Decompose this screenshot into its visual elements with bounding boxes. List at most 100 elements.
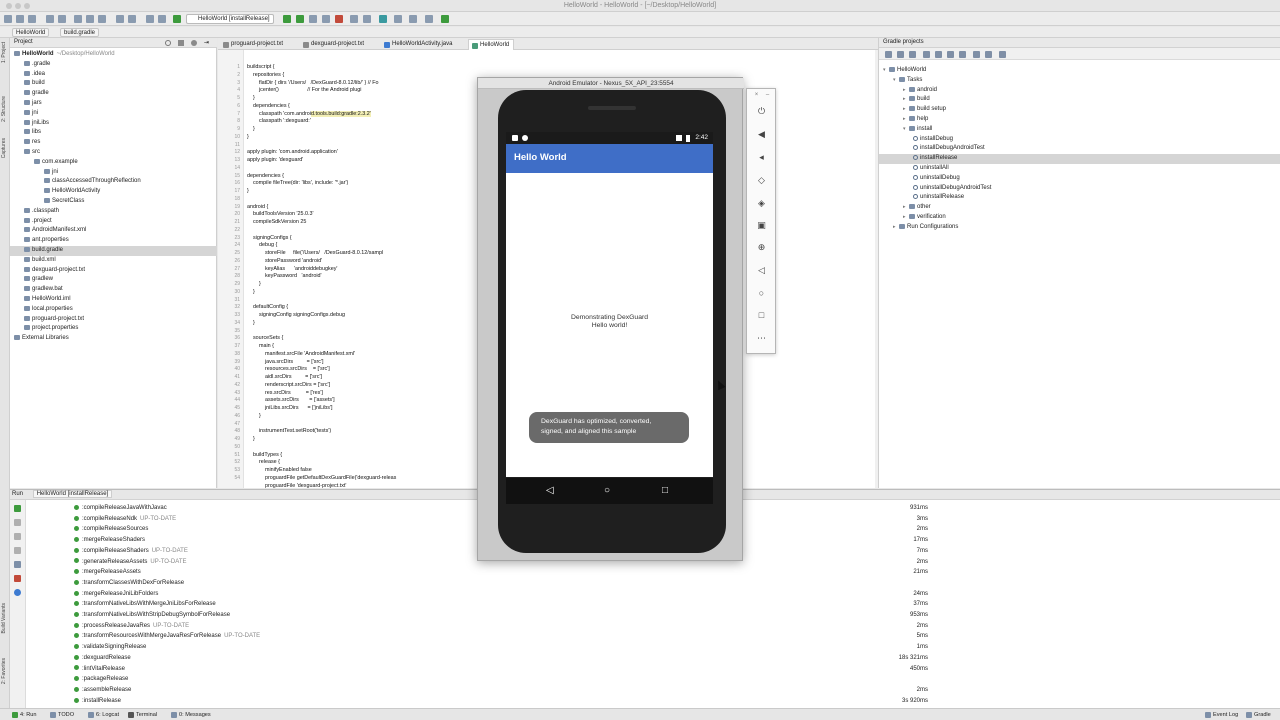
back-icon[interactable] (146, 15, 154, 23)
tab-helloworld-gradle[interactable]: HelloWorld (468, 39, 515, 50)
project-tree-item[interactable]: HelloWorld.iml (10, 295, 217, 305)
project-tree-item[interactable]: dexguard-project.txt (10, 266, 217, 276)
minimize-emulator-button[interactable]: – (762, 90, 773, 101)
tab-dexguard-project[interactable]: dexguard-project.txt (300, 39, 368, 50)
project-tree-item[interactable]: jni (10, 168, 217, 178)
gradle-group-item[interactable]: ▸ android (879, 86, 1280, 96)
expand-all-icon[interactable] (947, 51, 954, 58)
gradle-group-item[interactable]: ▸ build setup (879, 105, 1280, 115)
volume-up-icon[interactable]: ◀ (756, 129, 767, 140)
run-config-tab[interactable]: HelloWorld [installRelease] (32, 490, 113, 498)
project-tree-item[interactable]: build.xml (10, 256, 217, 266)
gear-icon[interactable] (191, 40, 197, 46)
gradle-group-item[interactable]: ▾ HelloWorld (879, 66, 1280, 76)
zoom-icon[interactable]: ⊕ (756, 242, 767, 253)
tab-build-variants[interactable]: Build Variants (1, 603, 9, 633)
gradle-task-item[interactable]: uninstallDebug (879, 174, 1280, 184)
replace-icon[interactable] (128, 15, 136, 23)
restore-layout-icon[interactable] (14, 533, 21, 540)
copy-icon[interactable] (86, 15, 94, 23)
make-project-icon[interactable] (173, 15, 181, 23)
project-tree-item[interactable]: jars (10, 99, 217, 109)
gradle-settings-icon[interactable] (985, 51, 992, 58)
breadcrumb-project[interactable]: HelloWorld (12, 28, 50, 37)
run-config-select[interactable]: HelloWorld [installRelease] (186, 14, 274, 24)
project-tree-item[interactable]: jni (10, 109, 217, 119)
gradle-group-item[interactable]: ▸ build (879, 95, 1280, 105)
project-tree-item[interactable]: gradlew (10, 275, 217, 285)
close-run-icon[interactable] (14, 575, 21, 582)
gradle-task-item[interactable]: uninstallAll (879, 164, 1280, 174)
profile-icon[interactable] (322, 15, 330, 23)
rotate-right-icon[interactable]: ◈ (756, 198, 767, 209)
gradle-task-item[interactable]: installRelease (879, 154, 1280, 164)
save-icon[interactable] (16, 15, 24, 23)
home-icon[interactable]: ○ (756, 288, 767, 299)
stop-icon[interactable] (335, 15, 343, 23)
status-logcat[interactable]: 6: Logcat (88, 711, 119, 719)
volume-down-icon[interactable]: ◂ (756, 152, 767, 163)
project-tree-item[interactable]: SecretClass (10, 197, 217, 207)
remove-icon[interactable] (909, 51, 916, 58)
gradle-task-item[interactable]: installDebug (879, 135, 1280, 145)
overview-icon[interactable]: □ (756, 310, 767, 321)
sync-target-icon[interactable] (165, 40, 171, 46)
gradle-sync-icon[interactable] (350, 15, 358, 23)
project-tree-item[interactable]: build (10, 79, 217, 89)
gradle-task-item[interactable]: uninstallDebugAndroidTest (879, 184, 1280, 194)
project-tree-item[interactable]: com.example (10, 158, 217, 168)
status-todo[interactable]: TODO (50, 711, 74, 719)
gradle-group-item[interactable]: ▾ Tasks (879, 76, 1280, 86)
gradle-task-item[interactable]: uninstallRelease (879, 193, 1280, 203)
sdk-manager-icon[interactable] (379, 15, 387, 23)
project-tree-item[interactable]: jniLibs (10, 119, 217, 129)
power-icon[interactable]: ⏻ (756, 106, 767, 117)
nav-back-button[interactable]: ◁ (546, 486, 554, 496)
status-terminal[interactable]: Terminal (128, 711, 157, 719)
project-tree-item[interactable]: proguard-project.txt (10, 315, 217, 325)
tab-favorites[interactable]: 2: Favorites (1, 658, 9, 684)
scroll-to-end-icon[interactable] (14, 547, 21, 554)
close-emulator-button[interactable]: × (751, 90, 762, 101)
add-icon[interactable] (897, 51, 904, 58)
paste-icon[interactable] (98, 15, 106, 23)
tab-captures[interactable]: Captures (1, 138, 9, 158)
help-icon[interactable] (441, 15, 449, 23)
device-monitor-icon[interactable] (409, 15, 417, 23)
project-tree-item[interactable]: gradle (10, 89, 217, 99)
tab-project[interactable]: 1: Project (1, 42, 9, 63)
project-tree-item[interactable]: local.properties (10, 305, 217, 315)
status-gradle-console[interactable]: Gradle Console (1246, 711, 1280, 720)
project-tree-item[interactable]: .classpath (10, 207, 217, 217)
gradle-group-item[interactable]: ▸ verification (879, 213, 1280, 223)
camera-icon[interactable]: ▣ (756, 220, 767, 231)
project-tree-item[interactable]: HelloWorld ~/Desktop/HelloWorld (10, 50, 217, 60)
open-icon[interactable] (4, 15, 12, 23)
back-icon[interactable]: ◁ (756, 265, 767, 276)
collapse-all-icon[interactable] (178, 40, 184, 46)
project-tree-item[interactable]: res (10, 138, 217, 148)
refresh-icon[interactable] (885, 51, 892, 58)
tab-helloworldactivity[interactable]: HelloWorldActivity.java (381, 39, 456, 50)
project-tree-item[interactable]: External Libraries (10, 334, 217, 344)
sync-icon[interactable] (28, 15, 36, 23)
cut-icon[interactable] (74, 15, 82, 23)
tab-structure[interactable]: 2: Structure (1, 96, 9, 122)
undo-icon[interactable] (46, 15, 54, 23)
gradle-group-item[interactable]: ▸ help (879, 115, 1280, 125)
status-event-log[interactable]: Event Log (1205, 711, 1238, 719)
project-tree-item[interactable]: classAccessedThroughReflection (10, 177, 217, 187)
device-screen[interactable]: 2:42 Hello World Demonstrating DexGuard … (506, 132, 713, 504)
gradle-group-item[interactable]: ▸ other (879, 203, 1280, 213)
project-tree-item[interactable]: ant.properties (10, 236, 217, 246)
project-tree-item[interactable]: .project (10, 217, 217, 227)
stop-icon[interactable] (14, 519, 21, 526)
breadcrumb-file[interactable]: build.gradle (60, 28, 100, 37)
project-tree-item[interactable]: gradlew.bat (10, 285, 217, 295)
rerun-icon[interactable] (14, 505, 21, 512)
project-tree-item[interactable]: libs (10, 128, 217, 138)
project-tree-item[interactable]: build.gradle (10, 246, 217, 256)
debug-icon[interactable] (296, 15, 304, 23)
gradle-group-item[interactable]: ▸ Run Configurations (879, 223, 1280, 233)
more-icon[interactable]: ⋯ (756, 333, 767, 344)
